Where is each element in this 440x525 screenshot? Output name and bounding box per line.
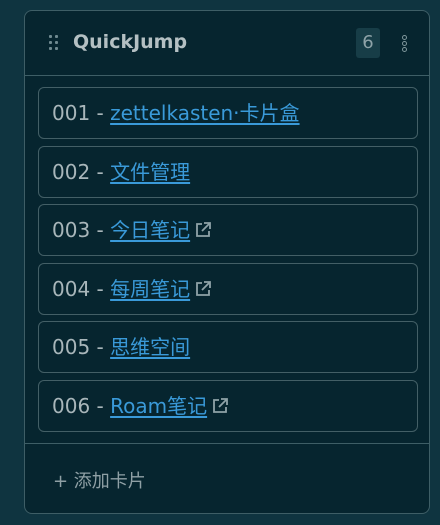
card-link[interactable]: 思维空间 bbox=[110, 335, 190, 359]
quickjump-card-2: 002 - 文件管理 bbox=[38, 146, 418, 198]
card-link[interactable]: Roam笔记 bbox=[110, 394, 207, 418]
add-card-button[interactable]: + 添加卡片 bbox=[53, 467, 146, 493]
external-link-icon[interactable] bbox=[211, 383, 229, 413]
quickjump-card-1: 001 - zettelkasten·卡片盒 bbox=[38, 87, 418, 139]
footer-divider bbox=[25, 443, 429, 444]
drag-handle-icon[interactable] bbox=[49, 35, 59, 51]
quickjump-card-3: 003 - 今日笔记 bbox=[38, 204, 418, 256]
card-link[interactable]: 今日笔记 bbox=[110, 218, 190, 242]
quickjump-card-6: 006 - Roam笔记 bbox=[38, 380, 418, 432]
card-link[interactable]: zettelkasten·卡片盒 bbox=[110, 101, 299, 125]
card-prefix: 001 - bbox=[52, 101, 111, 125]
card-link[interactable]: 每周笔记 bbox=[110, 277, 190, 301]
panel-header: QuickJump 6 bbox=[25, 11, 429, 76]
more-vertical-icon[interactable] bbox=[402, 35, 407, 52]
quickjump-card-5: 005 - 思维空间 bbox=[38, 321, 418, 373]
panel-title: QuickJump bbox=[73, 31, 188, 53]
quickjump-panel: QuickJump 6 001 - zettelkasten·卡片盒 002 -… bbox=[24, 10, 430, 514]
card-prefix: 006 - bbox=[52, 394, 111, 418]
quickjump-card-4: 004 - 每周笔记 bbox=[38, 263, 418, 315]
card-count-badge: 6 bbox=[356, 28, 380, 58]
card-prefix: 004 - bbox=[52, 277, 111, 301]
card-prefix: 005 - bbox=[52, 335, 111, 359]
card-prefix: 002 - bbox=[52, 160, 111, 184]
card-prefix: 003 - bbox=[52, 218, 111, 242]
card-link[interactable]: 文件管理 bbox=[110, 160, 190, 184]
external-link-icon[interactable] bbox=[194, 207, 212, 237]
external-link-icon[interactable] bbox=[194, 266, 212, 296]
